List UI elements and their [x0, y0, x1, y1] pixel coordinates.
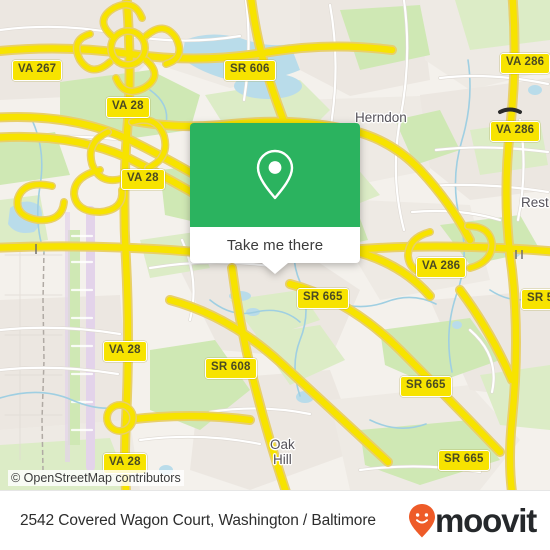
- road-shield: VA 28: [106, 97, 150, 118]
- location-popup-card[interactable]: Take me there: [190, 123, 360, 274]
- map-screenshot: .wa { fill:#b9dcea; } .gr { fill:#cfe8b4…: [0, 0, 550, 550]
- osm-attribution[interactable]: © OpenStreetMap contributors: [8, 470, 184, 486]
- take-me-there-button[interactable]: Take me there: [227, 237, 323, 254]
- road-shield: VA 28: [121, 169, 165, 190]
- place-label-line: Oak: [270, 437, 295, 452]
- road-shield: SR 608: [205, 358, 257, 379]
- road-shield: VA 286: [500, 53, 550, 74]
- road-shield: SR 665: [297, 288, 349, 309]
- road-shield: VA 28: [103, 341, 147, 362]
- map-canvas[interactable]: .wa { fill:#b9dcea; } .gr { fill:#cfe8b4…: [0, 0, 550, 490]
- place-label-oak-hill: Oak Hill: [270, 437, 295, 467]
- moovit-brand[interactable]: moovit: [407, 502, 537, 539]
- road-shield: VA 267: [12, 60, 63, 81]
- place-label-reston: Rest: [521, 195, 549, 210]
- road-shield: SR 665: [438, 450, 490, 471]
- moovit-wordmark: moovit: [435, 502, 537, 539]
- map-pin-icon: [256, 149, 294, 200]
- road-shield: SR 606: [224, 60, 276, 81]
- popup-tail: [262, 263, 288, 274]
- place-label-line: Hill: [273, 452, 292, 467]
- place-label-herndon: Herndon: [355, 110, 407, 125]
- popup-action-area[interactable]: Take me there: [190, 227, 360, 274]
- road-shield: SR 665: [400, 376, 452, 397]
- road-shield: VA 286: [416, 257, 467, 278]
- footer-bar: 2542 Covered Wagon Court, Washington / B…: [0, 490, 550, 550]
- road-shield: SR 5: [521, 289, 550, 310]
- road-shield: VA 286: [490, 121, 541, 142]
- popup-icon-area: [190, 123, 360, 227]
- moovit-smiling-pin-icon: [409, 503, 436, 537]
- address-caption: 2542 Covered Wagon Court, Washington / B…: [20, 511, 376, 529]
